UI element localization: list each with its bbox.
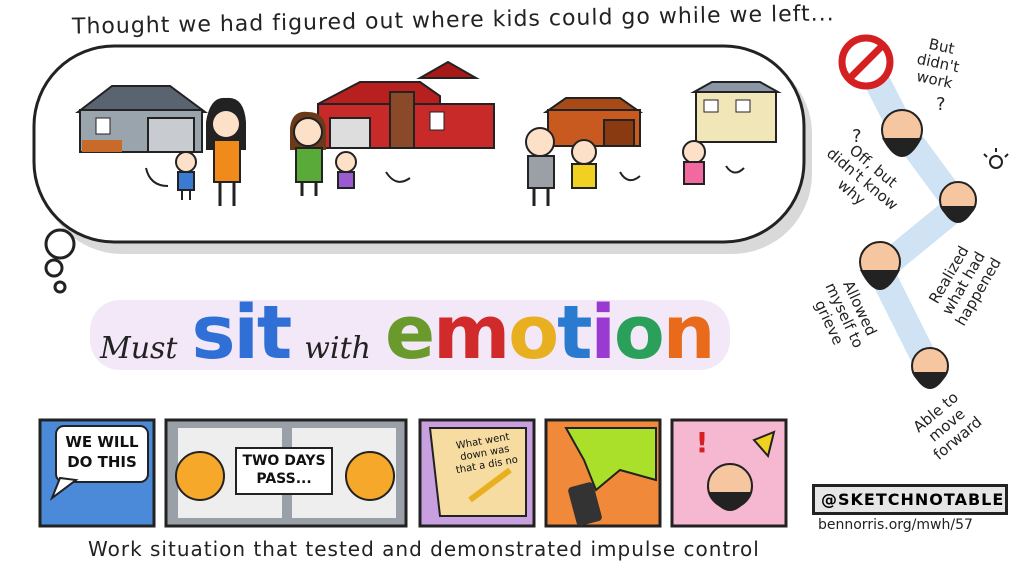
comic-panel-5 bbox=[670, 418, 788, 528]
emotion-letter: t bbox=[557, 290, 592, 376]
comic-panel-5-mark: ! bbox=[695, 426, 709, 459]
heading-word-with: with bbox=[304, 331, 371, 366]
emotion-letter: n bbox=[662, 290, 716, 376]
brand-badge: @SKETCHNOTABLE bennorris.org/mwh/57 bbox=[812, 484, 1008, 535]
house-brown bbox=[542, 97, 644, 147]
emotion-letter: o bbox=[508, 290, 559, 376]
emotion-letter: e bbox=[384, 290, 435, 376]
emotion-letter: o bbox=[613, 290, 665, 376]
brand-handle[interactable]: @SKETCHNOTABLE bbox=[812, 484, 1008, 515]
heading-word-must: Must bbox=[100, 331, 178, 366]
kid-purple bbox=[335, 151, 357, 189]
heading: Must sit with emotion bbox=[100, 290, 716, 380]
comic-panel-4 bbox=[544, 418, 662, 528]
no-sign-icon bbox=[838, 34, 894, 90]
journey-question-1: ? bbox=[936, 94, 946, 115]
comic-panel-2-text: TWO DAYS PASS... bbox=[242, 453, 326, 487]
brand-url[interactable]: bennorris.org/mwh/57 bbox=[812, 515, 1008, 535]
head-4 bbox=[911, 347, 949, 389]
thought-bubble-1 bbox=[44, 228, 76, 260]
heading-word-emotion: emotion bbox=[384, 290, 716, 376]
heading-word-sit: sit bbox=[191, 290, 293, 376]
lightbulb-icon bbox=[983, 148, 1009, 169]
kid-pink bbox=[682, 140, 706, 185]
house-beige bbox=[690, 81, 782, 143]
kid-yellow bbox=[571, 139, 597, 189]
thought-bubble-2 bbox=[44, 258, 64, 278]
emotion-letter: i bbox=[590, 290, 615, 376]
comic-panel-1-text: WE WILL DO THIS bbox=[65, 433, 139, 471]
thought-bubble-3 bbox=[53, 280, 67, 294]
emotion-letter: m bbox=[433, 290, 510, 376]
bottom-caption: Work situation that tested and demonstra… bbox=[88, 537, 760, 561]
